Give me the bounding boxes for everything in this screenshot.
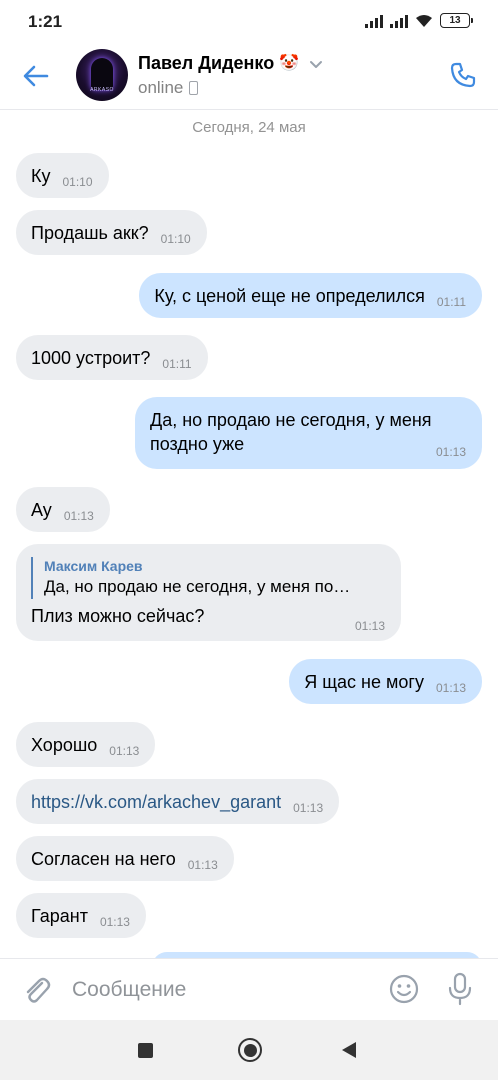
message-text: Ку, с ценой еще не определился	[154, 286, 425, 306]
battery-icon: 13	[440, 13, 473, 28]
message-bubble-incoming[interactable]: Согласен на него 01:13	[16, 836, 234, 881]
message-text: Согласен на него	[31, 849, 176, 869]
signal-icon	[390, 14, 408, 28]
message-bubble-outgoing[interactable]: Ку, с ценой еще не определился 01:11	[139, 273, 482, 318]
message-time: 01:13	[435, 445, 466, 459]
message-bubble-incoming[interactable]: Гарант 01:13	[16, 893, 146, 938]
reply-text: Да, но продаю не сегодня, у меня по…	[44, 577, 351, 596]
call-button[interactable]	[446, 58, 480, 92]
paperclip-icon	[26, 977, 51, 1003]
message-time: 01:13	[435, 681, 466, 695]
message-time: 01:11	[436, 295, 466, 309]
message-text: Ку	[31, 166, 51, 186]
message-text: Продашь акк?	[31, 223, 149, 243]
emoji-button[interactable]	[388, 973, 420, 1005]
status-bar: 1:21 13	[0, 0, 498, 44]
message-bubble-incoming[interactable]: Ау 01:13	[16, 487, 110, 532]
message-time: 01:13	[109, 744, 140, 758]
message-bubble-incoming[interactable]: https://vk.com/arkachev_garant 01:13	[16, 779, 340, 824]
message-text-line: Да, но продаю не сегодня, у меня	[150, 410, 432, 430]
message-text: Я щас не могу	[304, 672, 424, 692]
message-text: Плиз можно сейчас?	[31, 606, 205, 626]
smile-icon	[389, 974, 419, 1004]
contact-title[interactable]: Павел Диденко 🤡	[138, 53, 324, 74]
message-bubble-incoming[interactable]: Ку 01:10	[16, 153, 109, 198]
message-bubble-outgoing[interactable]: Я щас не могу 01:13	[289, 659, 482, 704]
message-bubble-incoming[interactable]: Хорошо 01:13	[16, 722, 156, 767]
message-composer	[0, 958, 498, 1020]
reply-quote[interactable]: Максим Карев Да, но продаю не сегодня, у…	[31, 557, 385, 599]
avatar[interactable]: ARKASO	[76, 49, 128, 101]
message-bubble-outgoing[interactable]: Да, но продаю не сегодня, у меня поздно …	[135, 397, 482, 469]
battery-level: 13	[449, 15, 461, 26]
status-time: 1:21	[28, 12, 63, 31]
message-time: 01:10	[160, 232, 191, 246]
voice-message-button[interactable]	[444, 971, 476, 1007]
chat-header: ARKASO Павел Диденко 🤡 online	[0, 44, 498, 110]
signal-icon	[365, 14, 383, 28]
presence-status: online	[138, 78, 184, 97]
avatar-figure	[91, 58, 113, 90]
message-bubble-incoming[interactable]: Продашь акк? 01:10	[16, 210, 207, 255]
presence-row: online	[138, 78, 199, 98]
message-time: 01:11	[162, 357, 192, 371]
message-time: 01:13	[354, 619, 385, 633]
message-text: Хорошо	[31, 735, 98, 755]
date-divider: Сегодня, 24 мая	[192, 119, 306, 136]
message-time: 01:13	[99, 915, 130, 929]
home-button[interactable]	[238, 1038, 262, 1062]
system-back-button[interactable]	[342, 1042, 356, 1058]
message-bubble-incoming[interactable]: 1000 устроит? 01:11	[16, 335, 208, 380]
attach-button[interactable]	[20, 973, 52, 1005]
message-time: 01:13	[293, 801, 324, 815]
reply-author: Максим Карев	[44, 558, 143, 574]
microphone-icon	[448, 972, 472, 1006]
recent-apps-button[interactable]	[138, 1043, 153, 1058]
back-button[interactable]	[20, 60, 52, 92]
arrow-left-icon	[23, 65, 49, 87]
status-icons: 13	[365, 13, 473, 28]
wifi-icon	[416, 14, 432, 27]
message-text: 1000 устроит?	[31, 348, 151, 368]
contact-name: Павел Диденко	[138, 53, 275, 73]
avatar-label: ARKASO	[90, 87, 114, 93]
message-time: 01:13	[63, 509, 94, 523]
message-text: Гарант	[31, 906, 88, 926]
message-time: 01:13	[187, 858, 218, 872]
message-text-line: поздно уже	[150, 434, 245, 454]
message-link[interactable]: https://vk.com/arkachev_garant	[31, 792, 281, 812]
chevron-down-icon	[310, 60, 323, 68]
mobile-device-icon	[189, 81, 199, 95]
system-nav-bar	[0, 1020, 498, 1080]
message-text: Ау	[31, 500, 52, 520]
message-bubble-incoming-reply[interactable]: Максим Карев Да, но продаю не сегодня, у…	[16, 544, 401, 641]
clown-emoji-icon: 🤡	[279, 54, 300, 72]
phone-icon	[450, 62, 476, 88]
message-time: 01:10	[62, 175, 93, 189]
message-input[interactable]	[72, 973, 372, 1007]
